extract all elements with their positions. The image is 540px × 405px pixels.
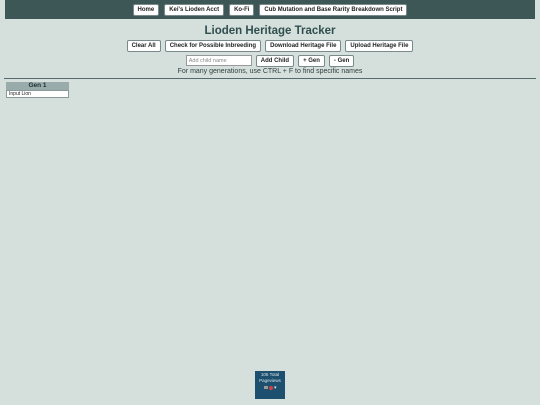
add-child-button[interactable]: Add Child: [255, 55, 295, 67]
counter-chart-icon: [263, 386, 268, 390]
section-divider: [4, 78, 536, 79]
counter-arrow-icon: ▾: [273, 385, 277, 391]
generation-column: Gen 1 Input Lion: [6, 82, 69, 98]
page-title: Lioden Heritage Tracker: [204, 25, 336, 37]
counter-label-text: Pageviews: [259, 378, 281, 383]
nav-cub-mutation-script-button[interactable]: Cub Mutation and Base Rarity Breakdown S…: [259, 3, 408, 16]
file-actions-row: Clear All Check for Possible Inbreeding …: [0, 40, 540, 52]
search-hint-text: For many generations, use CTRL + F to fi…: [177, 68, 363, 75]
check-inbreeding-button[interactable]: Check for Possible Inbreeding: [164, 40, 262, 52]
upload-heritage-button[interactable]: Upload Heritage File: [345, 40, 414, 52]
clear-all-button[interactable]: Clear All: [126, 40, 161, 52]
lion-cell[interactable]: Input Lion: [6, 90, 69, 98]
counter-dot-icon: [268, 385, 273, 390]
nav-kofi-button[interactable]: Ko-Fi: [229, 3, 255, 16]
child-controls-row: Add Child + Gen - Gen: [0, 55, 540, 67]
download-heritage-button[interactable]: Download Heritage File: [265, 40, 342, 52]
nav-home-button[interactable]: Home: [132, 3, 160, 16]
child-name-input[interactable]: [185, 55, 252, 66]
remove-generation-button[interactable]: - Gen: [328, 55, 355, 67]
pageview-counter-badge: 105 Total Pageviews ▾: [255, 371, 285, 399]
generation-header: Gen 1: [6, 82, 69, 90]
top-navigation-bar: Home Kei's Lioden Acct Ko-Fi Cub Mutatio…: [5, 0, 535, 19]
nav-lioden-account-button[interactable]: Kei's Lioden Acct: [164, 3, 225, 16]
add-generation-button[interactable]: + Gen: [298, 55, 325, 67]
counter-icons: ▾: [255, 385, 285, 391]
